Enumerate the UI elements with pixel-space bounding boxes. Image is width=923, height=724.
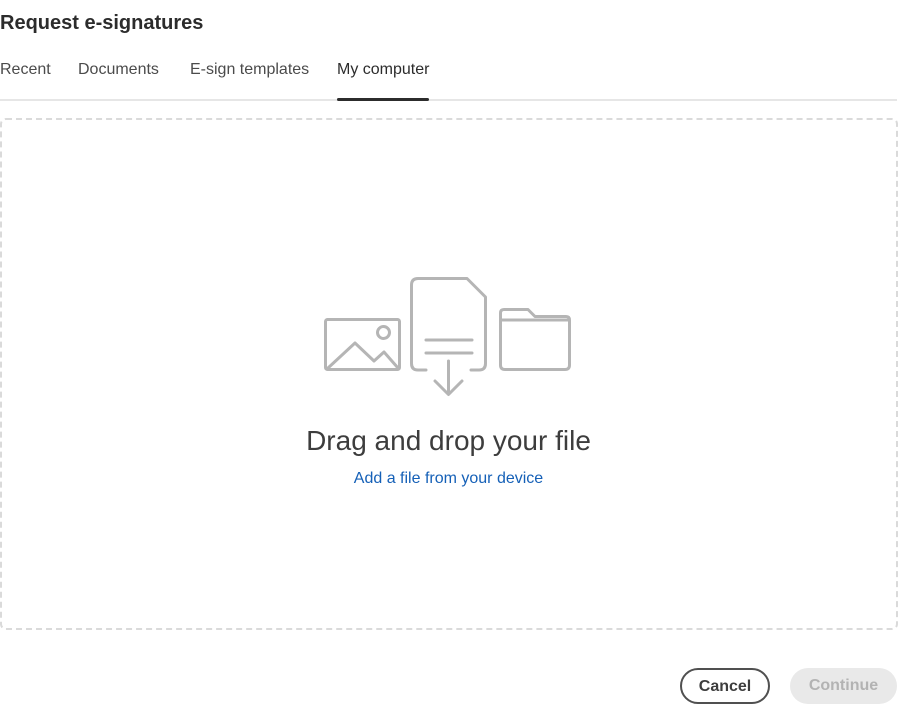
tab-e-sign-templates[interactable]: E-sign templates [190,58,309,99]
add-file-from-device-link[interactable]: Add a file from your device [354,470,543,487]
dialog-title: Request e-signatures [0,12,204,34]
tab-documents[interactable]: Documents [78,58,159,99]
image-icon [324,318,401,371]
tab-recent[interactable]: Recent [0,58,51,99]
tab-my-computer[interactable]: My computer [337,58,430,101]
tab-bar: Recent Documents E-sign templates My com… [0,58,897,101]
folder-icon [499,308,571,371]
continue-button[interactable]: Continue [790,668,897,704]
dropzone-title: Drag and drop your file [306,425,591,456]
dropzone-link-row: Add a file from your device [0,470,897,488]
document-download-icon [410,277,487,396]
upload-illustration [324,277,571,396]
cancel-button[interactable]: Cancel [680,668,770,704]
